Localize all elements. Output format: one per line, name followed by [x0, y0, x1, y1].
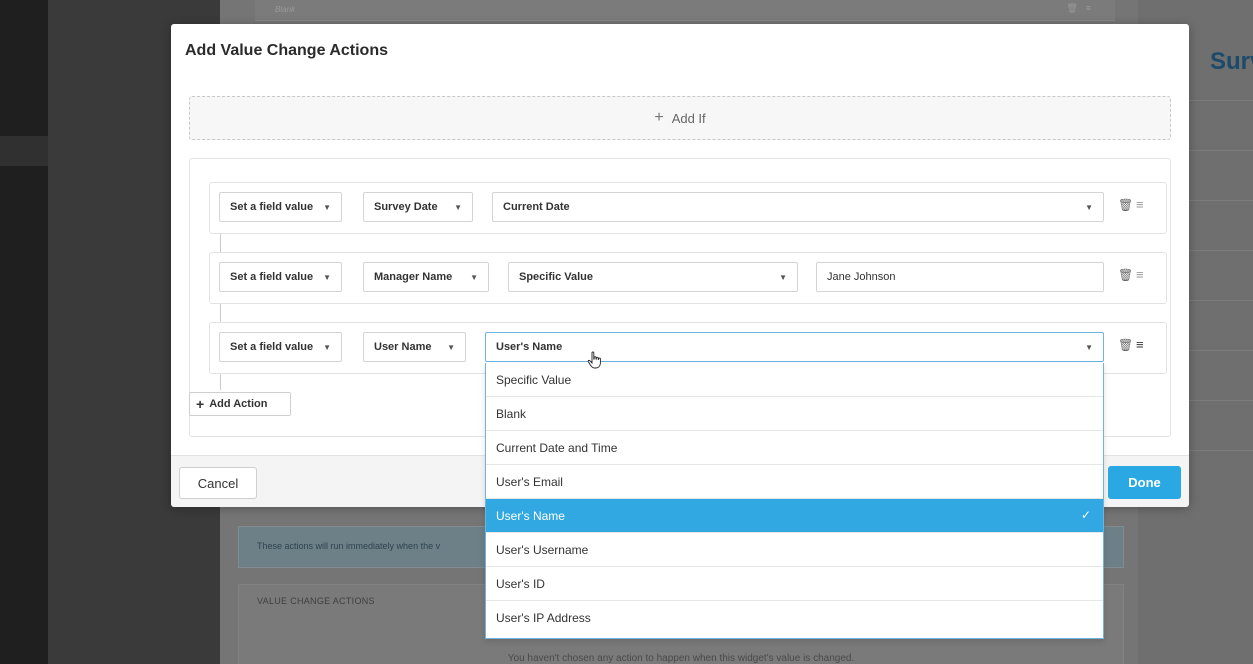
cancel-button[interactable]: Cancel	[179, 467, 257, 499]
caret-down-icon: ▼	[323, 202, 332, 212]
dropdown-option-label: User's Name	[496, 508, 565, 523]
caret-down-icon: ▼	[323, 272, 332, 282]
value-source-select[interactable]: User's Name ▼	[485, 332, 1104, 362]
action-type-select[interactable]: Set a field value ▼	[219, 192, 342, 222]
drag-handle-icon[interactable]: ≡	[1136, 197, 1144, 212]
value-source-value: Specific Value	[519, 271, 593, 283]
app-left-rail	[0, 0, 48, 664]
value-source-value: User's Name	[496, 341, 563, 353]
field-select[interactable]: Survey Date ▼	[363, 192, 473, 222]
value-source-dropdown-menu: Specific Value Blank Current Date and Ti…	[485, 363, 1104, 639]
value-source-select[interactable]: Current Date ▼	[492, 192, 1104, 222]
field-value: Manager Name	[374, 271, 453, 283]
field-value: User Name	[374, 341, 432, 353]
specific-value-input[interactable]: Jane Johnson	[816, 262, 1104, 292]
row-connector	[220, 304, 221, 322]
dropdown-option[interactable]: User's Username	[486, 533, 1103, 567]
dropdown-option[interactable]: Current Date and Time	[486, 431, 1103, 465]
add-if-label: Add If	[671, 110, 706, 126]
background-action-row: Blank 🗑≡	[255, 0, 1115, 21]
action-row: Set a field value ▼ Manager Name ▼ Speci…	[209, 252, 1167, 304]
modal-title: Add Value Change Actions	[185, 42, 388, 59]
background-vca-header-label: VALUE CHANGE ACTIONS	[257, 596, 375, 606]
caret-down-icon: ▼	[323, 342, 332, 352]
value-source-select[interactable]: Specific Value ▼	[508, 262, 798, 292]
row-connector	[220, 234, 221, 252]
trash-icon[interactable]: 🗑	[1118, 268, 1133, 282]
action-type-value: Set a field value	[230, 341, 314, 353]
action-row: Set a field value ▼ Survey Date ▼ Curren…	[209, 182, 1167, 234]
drag-handle-icon[interactable]: ≡	[1136, 337, 1144, 352]
plus-icon: +	[196, 396, 205, 412]
done-button[interactable]: Done	[1108, 466, 1181, 499]
caret-down-icon: ▼	[470, 272, 478, 282]
caret-down-icon: ▼	[447, 342, 455, 352]
field-select[interactable]: User Name ▼	[363, 332, 466, 362]
trash-icon[interactable]: 🗑	[1118, 198, 1133, 212]
app-left-rail-active-item	[0, 136, 48, 166]
drag-handle-icon[interactable]: ≡	[1136, 267, 1144, 282]
dropdown-option[interactable]: User's IP Address	[486, 601, 1103, 635]
add-if-button[interactable]: + Add If	[189, 96, 1171, 140]
caret-down-icon: ▼	[1085, 342, 1093, 352]
background-page-title: Surv	[1210, 48, 1253, 75]
action-type-value: Set a field value	[230, 271, 314, 283]
plus-icon: +	[654, 109, 664, 126]
field-select[interactable]: Manager Name ▼	[363, 262, 489, 292]
trash-icon[interactable]: 🗑	[1118, 338, 1133, 352]
caret-down-icon: ▼	[454, 202, 462, 212]
background-blank-label: Blank	[275, 5, 296, 14]
field-value: Survey Date	[374, 201, 438, 213]
dropdown-option-selected[interactable]: User's Name ✓	[486, 499, 1103, 533]
checkmark-icon: ✓	[1080, 508, 1091, 522]
caret-down-icon: ▼	[1085, 202, 1093, 212]
background-row-icons: 🗑≡	[1066, 3, 1099, 13]
add-action-label: Add Action	[209, 398, 268, 410]
caret-down-icon: ▼	[779, 272, 787, 282]
dropdown-option[interactable]: User's Email	[486, 465, 1103, 499]
dropdown-option[interactable]: User's ID	[486, 567, 1103, 601]
value-source-value: Current Date	[503, 201, 570, 213]
background-info-text: These actions will run immediately when …	[257, 541, 441, 551]
background-vca-empty-text: You haven't chosen any action to happen …	[507, 653, 855, 664]
dropdown-option[interactable]: Specific Value	[486, 363, 1103, 397]
row-connector	[220, 374, 221, 390]
action-type-value: Set a field value	[230, 201, 314, 213]
action-type-select[interactable]: Set a field value ▼	[219, 332, 342, 362]
dropdown-option[interactable]: Blank	[486, 397, 1103, 431]
add-action-button[interactable]: + Add Action	[189, 392, 291, 416]
action-type-select[interactable]: Set a field value ▼	[219, 262, 342, 292]
hand-cursor-icon	[587, 351, 601, 369]
